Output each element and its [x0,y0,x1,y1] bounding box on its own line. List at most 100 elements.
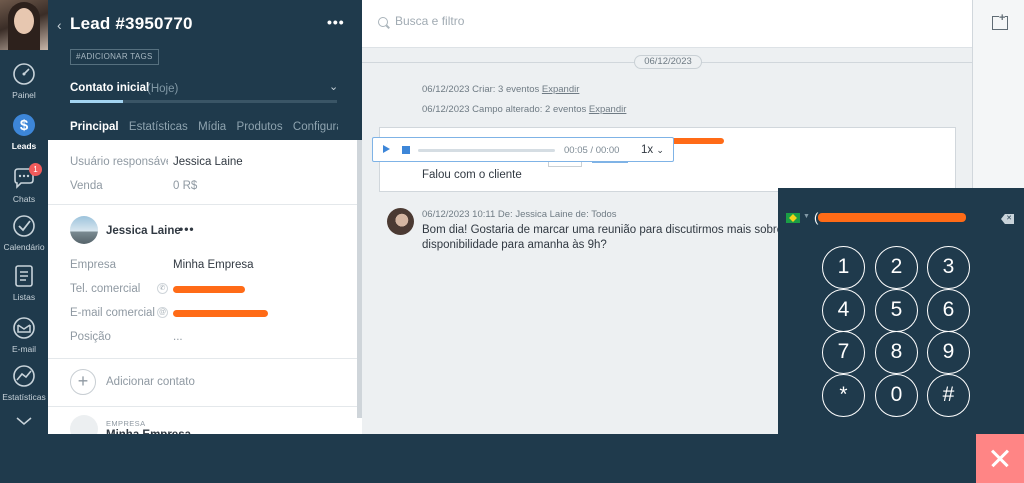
backspace-icon[interactable]: ✕ [1001,214,1014,224]
dial-key-9[interactable]: 9 [927,331,970,374]
nav-item-estatisticas[interactable]: Estatísticas [0,364,48,402]
search-bar [362,0,972,48]
playback-rate-select[interactable]: 1x ⌄ [641,144,664,156]
email-icon[interactable]: @ [157,307,168,318]
dial-key-8[interactable]: 8 [875,331,918,374]
search-icon [378,17,388,27]
field-label: Empresa [70,259,117,271]
sale-value[interactable]: 0 R$ [173,180,197,192]
chevron-down-icon: ⌄ [656,145,664,155]
main-nav: Painel $ Leads 1 Chats Calendário Listas… [0,0,48,483]
responsible-user-value[interactable]: Jessica Laine [173,156,243,168]
nav-label: Estatísticas [2,392,46,402]
nav-more-arrow-icon[interactable] [15,416,33,426]
dial-key-0[interactable]: 0 [875,374,918,417]
divider [48,204,362,205]
event-text: 06/12/2023 Criar: 3 eventos [422,84,542,95]
contact-avatar[interactable] [70,216,98,244]
note-link [592,162,628,163]
sender-avatar[interactable] [387,208,414,235]
stage-progress-bar [70,100,337,103]
tab-principal[interactable]: Principal [70,121,119,142]
nav-item-painel[interactable]: Painel [0,62,48,100]
play-icon[interactable] [383,145,390,153]
add-contact-label: Adicionar contato [106,376,195,388]
mail-icon [13,317,35,339]
calendar-check-icon [13,215,35,237]
event-field-changed: 06/12/2023 Campo alterado: 2 eventos Exp… [422,104,626,115]
nav-label: Chats [12,194,36,204]
expand-link[interactable]: Expandir [542,84,580,95]
dial-key-2[interactable]: 2 [875,246,918,289]
message-text: Bom dia! Gostaria de marcar uma reunião … [422,224,809,251]
nav-item-calendario[interactable]: Calendário [0,214,48,252]
expand-link[interactable]: Expandir [589,104,627,115]
nav-label: Calendário [3,242,45,252]
hangup-button[interactable] [976,434,1024,483]
back-chevron-icon[interactable]: ‹ [57,17,62,33]
nav-label: Listas [12,292,36,302]
chats-badge: 1 [29,163,42,176]
redacted-number [818,213,966,222]
plus-icon: + [70,369,96,395]
phone-dialer: ▼ ( ✕ 1 2 3 4 5 6 7 8 9 * 0 # [778,188,1024,434]
contact-company-value[interactable]: Minha Empresa [173,259,254,271]
phone-icon[interactable]: ✆ [157,283,168,294]
tab-estatisticas[interactable]: Estatísticas [129,121,188,140]
svg-text:$: $ [20,117,29,134]
stage-date: (Hoje) [147,83,179,95]
nav-label: Leads [11,141,37,151]
audio-player: 00:05 / 00:00 1x ⌄ [372,137,674,162]
audio-progress-track[interactable] [418,149,555,152]
nav-item-email[interactable]: E-mail [0,316,48,354]
field-label: E-mail comercial [70,307,155,319]
playback-rate-value: 1x [641,144,654,156]
brazil-flag-icon[interactable] [786,213,800,223]
nav-item-leads[interactable]: $ Leads [0,113,48,151]
company-section-label: EMPRESA [106,419,146,428]
contact-position-value[interactable]: ... [173,331,183,343]
nav-item-listas[interactable]: Listas [0,264,48,302]
nav-item-chats[interactable]: 1 Chats [0,163,48,204]
search-input[interactable] [395,14,795,28]
divider [48,358,362,359]
lead-menu-icon[interactable]: ••• [327,14,345,30]
nav-label: E-mail [11,344,37,354]
dial-key-5[interactable]: 5 [875,289,918,332]
dial-key-3[interactable]: 3 [927,246,970,289]
tab-midia[interactable]: Mídia [198,121,226,140]
dial-key-1[interactable]: 1 [822,246,865,289]
date-badge: 06/12/2023 [634,55,702,69]
contact-menu-icon[interactable]: ••• [179,222,195,236]
nav-label: Painel [12,90,36,100]
field-label: Venda [70,180,103,192]
dial-key-4[interactable]: 4 [822,289,865,332]
dashboard-icon [13,63,35,85]
lead-title: Lead #3950770 [70,14,193,33]
tab-produtos[interactable]: Produtos [237,121,283,140]
stats-line-icon [13,365,35,387]
dial-key-star[interactable]: * [822,374,865,417]
dial-key-hash[interactable]: # [927,374,970,417]
chevron-down-icon[interactable]: ⌄ [329,80,338,93]
dial-key-7[interactable]: 7 [822,331,865,374]
add-tags-button[interactable]: #ADICIONAR TAGS [70,49,159,65]
field-label: Usuário responsável [70,156,168,168]
redacted-phone [173,286,245,293]
tab-configuracoes[interactable]: Configurações [293,121,338,140]
dial-key-6[interactable]: 6 [927,289,970,332]
redacted-email [173,310,268,317]
user-avatar[interactable] [0,0,48,50]
dial-number-field[interactable]: ( [814,210,966,226]
pipeline-stage[interactable]: Contato inicial [70,82,149,94]
lead-tabs: Principal Estatísticas Mídia Produtos Co… [70,119,338,142]
contact-name[interactable]: Jessica Laine [106,225,181,237]
stop-icon[interactable] [402,146,410,154]
message-meta: 06/12/2023 10:11 De: Jessica Laine de: T… [422,209,617,220]
field-label: Posição [70,331,111,343]
add-panel-icon[interactable] [992,12,1008,30]
caret-down-icon[interactable]: ▼ [803,213,810,220]
lead-header: ‹ Lead #3950770 ••• #ADICIONAR TAGS Cont… [48,0,362,142]
lead-card: ‹ Lead #3950770 ••• #ADICIONAR TAGS Cont… [48,0,362,443]
note-text: Falou com o cliente [422,169,522,181]
